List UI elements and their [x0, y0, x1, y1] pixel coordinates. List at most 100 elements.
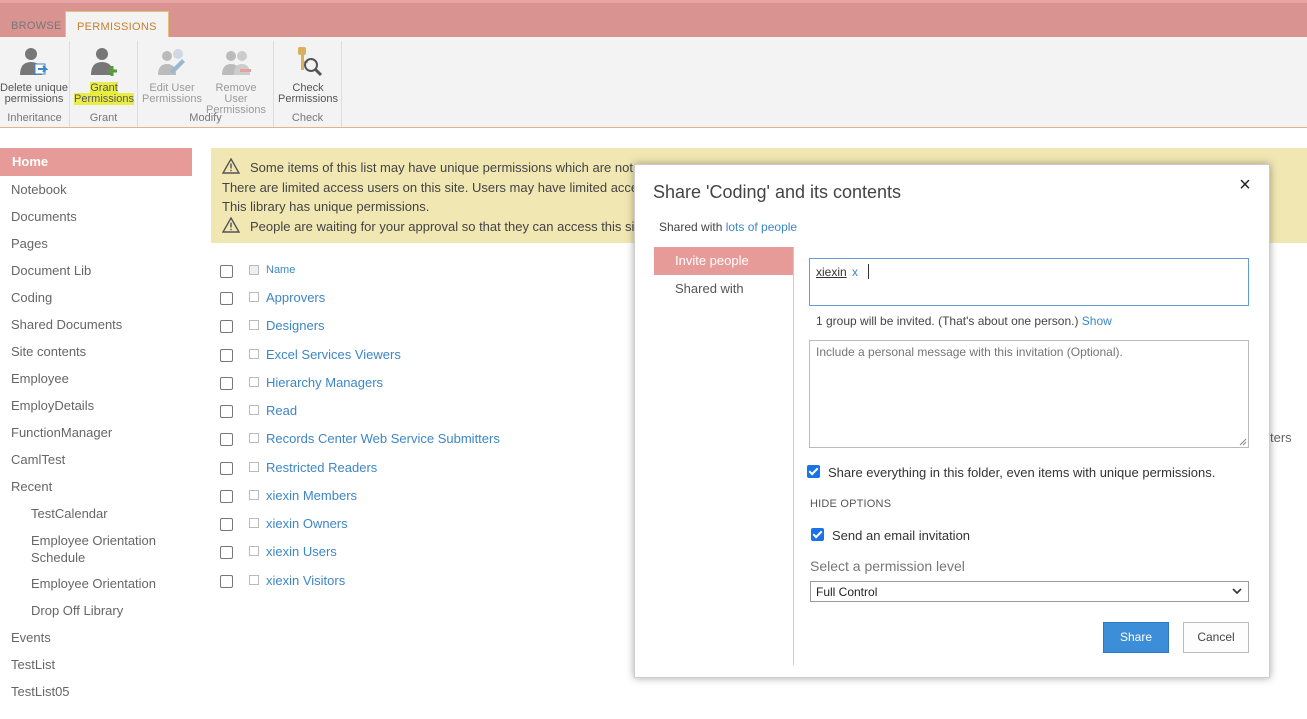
row-checkbox[interactable]	[220, 405, 233, 418]
row-select-box[interactable]	[249, 349, 259, 359]
row-checkbox[interactable]	[220, 546, 233, 559]
warning-icon	[222, 158, 240, 174]
group-link[interactable]: Restricted Readers	[266, 460, 377, 475]
nav-item-events[interactable]: Events	[0, 624, 192, 651]
row-select-box[interactable]	[249, 377, 259, 387]
group-link[interactable]: Designers	[266, 318, 325, 333]
invite-count-text: 1 group will be invited. (That's about o…	[816, 314, 1082, 328]
share-everything-checkbox[interactable]	[807, 465, 820, 478]
row-select-box[interactable]	[249, 320, 259, 330]
nav-item-testlist[interactable]: TestList	[0, 651, 192, 678]
nav-item-employee-orientation-schedule[interactable]: Employee Orientation Schedule	[0, 527, 170, 571]
group-grant: Grant Permissions Grant	[70, 41, 138, 127]
nav-item-drop-off-library[interactable]: Drop Off Library	[0, 597, 192, 624]
row-select-box[interactable]	[249, 518, 259, 528]
row-select-box[interactable]	[249, 462, 259, 472]
row-checkbox[interactable]	[220, 433, 233, 446]
check-permissions-button[interactable]: Check Permissions	[276, 45, 340, 105]
grant-permissions-button[interactable]: Grant Permissions	[74, 45, 134, 105]
edit-user-permissions-button[interactable]: Edit User Permissions	[142, 45, 202, 105]
delete-unique-permissions-button[interactable]: Delete unique permissions	[0, 45, 68, 105]
row-checkbox[interactable]	[220, 518, 233, 531]
group-label-modify: Modify	[189, 112, 222, 124]
warning-icon	[222, 217, 240, 233]
group-link[interactable]: Hierarchy Managers	[266, 375, 383, 390]
row-checkbox[interactable]	[220, 490, 233, 503]
group-link[interactable]: Records Center Web Service Submitters	[266, 431, 500, 446]
group-modify: Edit User Permissions Remove User Permis…	[138, 41, 274, 127]
send-email-label: Send an email invitation	[832, 528, 971, 543]
nav-item-document-lib[interactable]: Document Lib	[0, 257, 192, 284]
row-checkbox[interactable]	[220, 320, 233, 333]
remove-user-icon[interactable]: x	[852, 265, 858, 279]
group-link[interactable]: Approvers	[266, 290, 325, 305]
nav-item-pages[interactable]: Pages	[0, 230, 192, 257]
row-checkbox[interactable]	[220, 377, 233, 390]
group-link[interactable]: xiexin Users	[266, 544, 337, 559]
grant-permissions-label: Grant Permissions	[74, 82, 134, 105]
text-cursor	[868, 264, 869, 279]
ribbon: Delete unique permissions Inheritance Gr…	[0, 37, 1307, 128]
group-link[interactable]: Excel Services Viewers	[266, 347, 401, 362]
lots-of-people-link[interactable]: lots of people	[726, 220, 797, 234]
nav-item-camltest[interactable]: CamlTest	[0, 446, 192, 473]
tab-permissions[interactable]: PERMISSIONS	[65, 11, 169, 40]
group-label-check: Check	[291, 112, 324, 124]
group-link[interactable]: xiexin Members	[266, 488, 357, 503]
nav-item-employee[interactable]: Employee	[0, 365, 192, 392]
nav-item-notebook[interactable]: Notebook	[0, 176, 192, 203]
row-select-box[interactable]	[249, 405, 259, 415]
nav-item-employee-orientation[interactable]: Employee Orientation	[0, 570, 192, 597]
nav-item-recent[interactable]: Recent	[0, 473, 192, 500]
send-email-checkbox[interactable]	[811, 528, 824, 541]
cancel-button[interactable]: Cancel	[1183, 622, 1249, 653]
tab-invite-people[interactable]: Invite people	[654, 247, 793, 275]
group-label-grant: Grant	[89, 112, 118, 124]
share-button[interactable]: Share	[1103, 622, 1169, 653]
nav-item-site-contents[interactable]: Site contents	[0, 338, 192, 365]
nav-item-home[interactable]: Home	[0, 148, 192, 176]
personal-message-field[interactable]	[809, 340, 1249, 448]
close-icon[interactable]: ×	[1235, 175, 1255, 195]
row-select-box[interactable]	[249, 292, 259, 302]
nav-item-shared-documents[interactable]: Shared Documents	[0, 311, 192, 338]
nav-item-coding[interactable]: Coding	[0, 284, 192, 311]
nav-item-employdetails[interactable]: EmployDetails	[0, 392, 192, 419]
nav-item-documents[interactable]: Documents	[0, 203, 192, 230]
share-dialog: Share 'Coding' and its contents × Shared…	[634, 164, 1270, 678]
hide-options-link[interactable]: HIDE OPTIONS	[810, 498, 891, 510]
row-checkbox[interactable]	[220, 575, 233, 588]
row-select-box[interactable]	[249, 490, 259, 500]
row-select-box[interactable]	[249, 433, 259, 443]
nav-item-functionmanager[interactable]: FunctionManager	[0, 419, 192, 446]
edit-user-label: Edit User Permissions	[142, 82, 202, 105]
chevron-down-icon	[1232, 588, 1242, 595]
row-select-box[interactable]	[249, 546, 259, 556]
select-all-checkbox[interactable]	[220, 265, 233, 278]
check-permissions-label: Check Permissions	[278, 82, 338, 105]
row-select-box[interactable]	[249, 575, 259, 585]
people-picker-input[interactable]: xiexin x	[809, 258, 1249, 306]
row-checkbox[interactable]	[220, 292, 233, 305]
tab-browse[interactable]: BROWSE	[0, 11, 73, 40]
nav-item-testlist05[interactable]: TestList05	[0, 678, 192, 705]
group-link[interactable]: xiexin Owners	[266, 516, 348, 531]
nav-item-testcalendar[interactable]: TestCalendar	[0, 500, 192, 527]
dialog-tabs: Invite people Shared with	[654, 247, 794, 665]
group-link[interactable]: Read	[266, 403, 297, 418]
delete-permissions-icon	[20, 48, 49, 75]
permission-level-select[interactable]: Full Control	[810, 581, 1249, 602]
show-link[interactable]: Show	[1082, 314, 1112, 328]
warning-line-3: This library has unique permissions.	[222, 199, 430, 214]
row-checkbox[interactable]	[220, 349, 233, 362]
share-everything-label: Share everything in this folder, even it…	[828, 465, 1216, 480]
column-header-name[interactable]: Name	[266, 264, 295, 276]
resize-grip-icon[interactable]	[1239, 438, 1247, 446]
tab-shared-with[interactable]: Shared with	[654, 275, 793, 303]
dialog-title: Share 'Coding' and its contents	[653, 182, 902, 202]
resolved-user-chip[interactable]: xiexin	[816, 265, 847, 279]
remove-user-permissions-button[interactable]: Remove User Permissions	[204, 45, 268, 116]
group-link[interactable]: xiexin Visitors	[266, 573, 345, 588]
row-checkbox[interactable]	[220, 462, 233, 475]
group-check: Check Permissions Check	[274, 41, 342, 127]
